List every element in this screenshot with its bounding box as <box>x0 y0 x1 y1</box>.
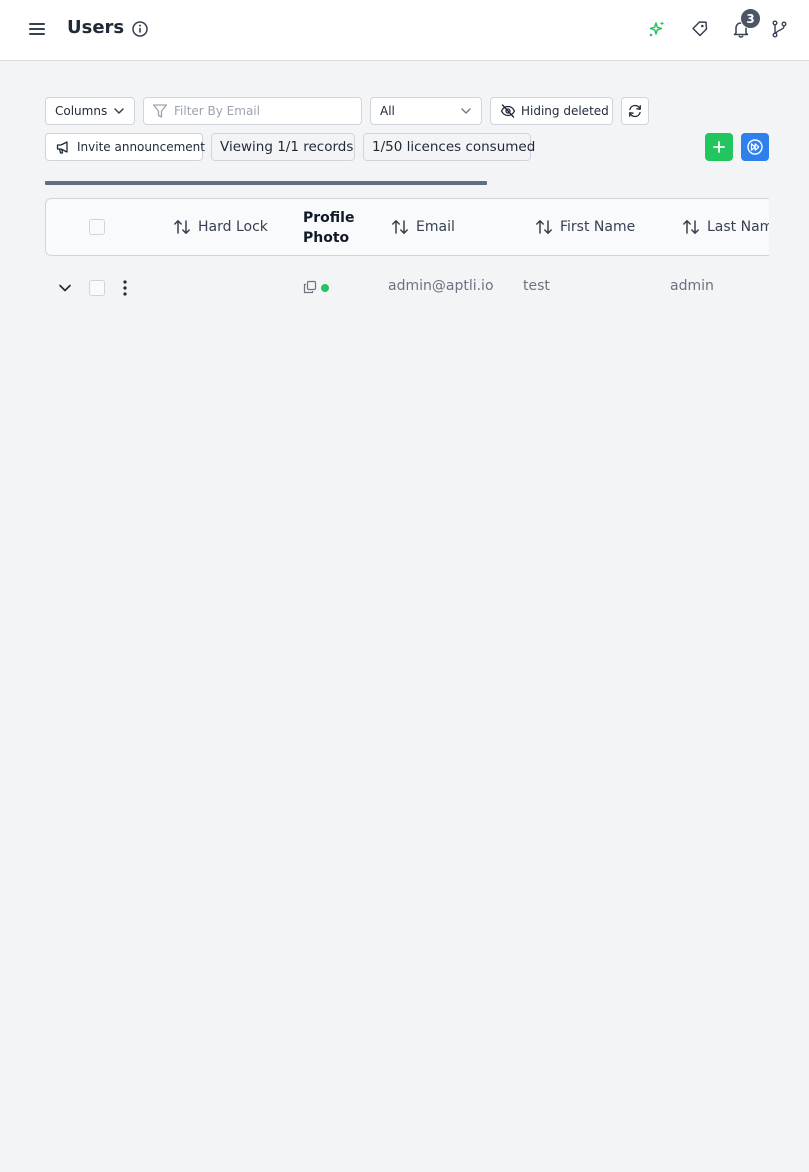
menu-icon[interactable] <box>28 20 46 38</box>
scope-select[interactable]: All <box>370 97 482 125</box>
status-indicator <box>321 284 329 292</box>
row-select-checkbox[interactable] <box>89 280 105 296</box>
scope-select-value: All <box>380 104 395 118</box>
git-branch-icon[interactable] <box>770 19 790 39</box>
column-label-email: Email <box>416 219 455 235</box>
filter-icon <box>152 104 168 118</box>
tag-icon[interactable] <box>690 19 710 39</box>
sort-icon <box>392 220 408 234</box>
chevron-down-icon <box>461 108 471 114</box>
refresh-icon <box>629 104 641 118</box>
sparkle-icon[interactable] <box>647 19 667 39</box>
megaphone-icon <box>56 141 68 154</box>
columns-button-label: Columns <box>55 104 108 118</box>
notification-badge[interactable]: 3 <box>740 8 761 29</box>
column-label-first-name: First Name <box>560 219 636 235</box>
sort-icon <box>174 220 190 234</box>
top-bar: Users 3 <box>0 0 809 61</box>
licences-consumed-indicator: 1/50 licences consumed <box>363 133 535 161</box>
column-label-profile-photo-line1: Profile <box>303 210 355 226</box>
fast-forward-icon <box>747 139 763 155</box>
column-header-last-name[interactable]: Last Name <box>681 199 769 255</box>
column-header-first-name[interactable]: First Name <box>534 199 635 255</box>
select-all-checkbox[interactable] <box>89 219 105 235</box>
chevron-down-icon[interactable] <box>57 280 73 296</box>
viewing-records-indicator: Viewing 1/1 records <box>211 133 355 161</box>
add-user-button[interactable] <box>705 133 733 161</box>
refresh-button[interactable] <box>621 97 649 125</box>
invite-announcement-label: Invite announcement <box>77 140 205 154</box>
column-header-hard-lock[interactable]: Hard Lock <box>172 199 268 255</box>
column-header-email[interactable]: Email <box>390 199 455 255</box>
invite-announcement-button[interactable]: Invite announcement <box>45 133 205 161</box>
plus-icon <box>713 141 725 153</box>
sort-icon <box>536 220 552 234</box>
cell-email: admin@aptli.io <box>388 278 494 294</box>
loading-progress-bar <box>45 181 769 185</box>
info-icon[interactable] <box>131 20 149 38</box>
columns-button[interactable]: Columns <box>45 97 135 125</box>
column-label-profile-photo-line2: Photo <box>303 230 350 246</box>
column-label-last-name: Last Name <box>707 219 769 235</box>
fast-forward-button[interactable] <box>741 133 769 161</box>
table-row[interactable]: admin@aptli.io test admin <box>45 268 769 308</box>
copy-icon[interactable] <box>303 280 317 294</box>
column-label-hard-lock: Hard Lock <box>198 219 268 235</box>
table-header: Hard Lock Profile Photo Email First Name… <box>45 198 769 256</box>
chevron-down-icon <box>114 108 124 114</box>
users-table: Hard Lock Profile Photo Email First Name… <box>45 198 769 338</box>
cell-first-name: test <box>523 278 550 294</box>
email-filter-input[interactable] <box>174 104 354 118</box>
more-vertical-icon[interactable] <box>117 278 133 298</box>
page-title: Users <box>67 17 125 38</box>
eye-off-icon <box>500 104 516 118</box>
cell-last-name: admin <box>670 278 714 294</box>
loading-progress-fill <box>45 181 487 185</box>
hiding-deleted-toggle[interactable]: Hiding deleted <box>490 97 613 125</box>
column-header-profile-photo: Profile Photo <box>303 208 363 248</box>
email-filter-field[interactable] <box>143 97 362 125</box>
sort-icon <box>683 220 699 234</box>
hiding-deleted-label: Hiding deleted <box>521 104 609 118</box>
